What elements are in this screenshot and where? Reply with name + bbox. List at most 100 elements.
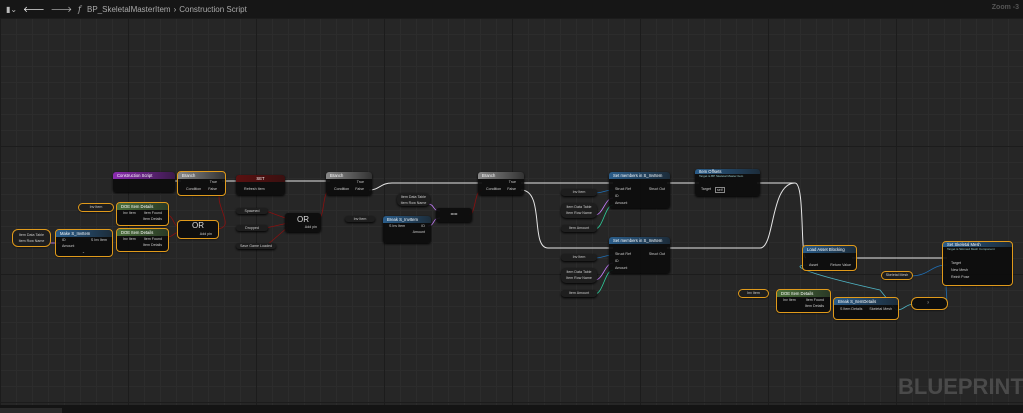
item-data-table-var[interactable]: Item Data Table Item Row Name [12,229,51,247]
set-refresh-item-node[interactable]: SET Refresh Item [236,175,285,195]
pin-target[interactable]: Target [951,261,961,265]
struct-wire [909,264,948,277]
spawned-var[interactable]: Spawned [236,208,268,214]
pin-s-inv-item[interactable]: S Inv Item [91,238,107,242]
item-offsets-node[interactable]: Item Offsets Target is BP Skeletal Maste… [695,169,760,196]
or-node-2[interactable]: OR Add pin [285,213,321,232]
doe-item-details-node-3[interactable]: DOE Item Details Inv Item Item Found Ite… [776,289,831,313]
skeletal-mesh-var[interactable]: Skeletal Mesh [881,271,913,280]
or-node-1[interactable]: OR Add pin [177,220,219,239]
add-pin-button[interactable]: Add pin [305,225,317,229]
int-wire [594,204,614,230]
add-pin-button[interactable]: Add pin [200,232,212,236]
pin-struct-out[interactable]: Struct Out [649,187,665,191]
breadcrumb-root[interactable]: BP_SkeletalMasterItem [87,5,171,14]
item-amount-var-2[interactable]: Item Amount [561,290,597,297]
set-members-node-2[interactable]: Set members in S_InvItem Struct Ref Stru… [609,237,670,273]
pin-self-value[interactable]: self [715,187,725,193]
branch-node-1[interactable]: Branch True Condition False [177,171,226,196]
pin-false[interactable]: False [208,187,217,191]
pin-condition[interactable]: Condition [486,187,501,191]
back-arrow-icon[interactable]: 🡐 [23,4,44,14]
node-title: Break S_InvItem [383,216,431,223]
doe-item-details-node-1[interactable]: DOE Item Details Inv Item Item Found Ite… [116,202,169,226]
pin-inv-item[interactable]: Inv Item [783,298,796,302]
pin-true[interactable]: True [210,180,217,184]
load-asset-blocking-node[interactable]: Load Asset Blocking Asset Return Value [802,245,857,271]
item-row-name-label: Item Row Name [566,211,592,215]
exec-wire [757,182,807,259]
node-title: Make S_InvItem [56,230,112,237]
pin-id[interactable]: ID [421,224,425,228]
pin-amount[interactable]: Amount [413,230,425,234]
pin-id[interactable]: ID [615,259,619,263]
pin-return-value[interactable]: Return Value [830,263,851,267]
doe-item-details-node-2[interactable]: DOE Item Details Inv Item Item Found Ite… [116,228,169,252]
item-data-table-var-3[interactable]: Item Data Table Item Row Name [561,203,597,218]
zoom-level: Zoom -3 [991,4,1019,11]
pin-struct-out[interactable]: Struct Out [649,252,665,256]
pin-s-item-details[interactable]: S Item Details [840,307,862,311]
node-title: == [450,212,458,218]
save-game-loaded-var[interactable]: Save Game Loaded [236,243,276,249]
branch-node-3[interactable]: Branch True Condition False [478,172,524,195]
pin-false[interactable]: False [355,187,364,191]
dropped-var[interactable]: Dropped [236,225,268,231]
pin-inv-item[interactable]: Inv Item [123,211,136,215]
node-title: DOE Item Details [117,203,168,210]
item-data-table-var-4[interactable]: Item Data Table Item Row Name [561,268,597,283]
node-title: Load Asset Blocking [803,246,856,253]
pin-item-details[interactable]: Item Details [805,304,824,308]
pin-amount[interactable]: Amount [62,244,74,248]
pin-false[interactable]: False [507,187,516,191]
construction-script-node[interactable]: Construction Script [113,172,175,192]
pin-id[interactable]: ID [62,238,66,242]
blueprint-icon[interactable]: ▮⌄ [6,5,17,14]
pin-reinit-pose[interactable]: Reinit Pose [951,275,969,279]
pin-inv-item[interactable]: Inv Item [123,237,136,241]
pin-true[interactable]: True [509,180,516,184]
pin-condition[interactable]: Condition [334,187,349,191]
node-subtitle: Target is BP Skeletal Master Item [699,174,744,178]
pin-amount[interactable]: Amount [615,201,627,205]
inv-item-var[interactable]: Inv Item [78,203,114,212]
item-amount-var[interactable]: Item Amount [561,225,597,232]
branch-node-2[interactable]: Branch True Condition False [326,172,372,195]
break-s-invitem-node[interactable]: Break S_InvItem S Inv Item ID Amount [383,216,431,243]
pin-item-found[interactable]: Item Found [806,298,824,302]
pin-amount[interactable]: Amount [615,266,627,270]
forward-arrow-icon[interactable]: 🡒 [51,4,72,14]
pin-struct-ref[interactable]: Struct Ref [615,252,631,256]
breadcrumb-current[interactable]: Construction Script [179,5,247,14]
inv-item-var-2[interactable]: Inv Item [345,216,375,222]
pin-item-found[interactable]: Item Found [144,237,162,241]
pin-condition[interactable]: Condition [186,187,201,191]
pin-refresh-item[interactable]: Refresh Item [244,187,265,191]
item-data-table-var-2[interactable]: Item Data Table Item Row Name [397,193,430,206]
set-skeletal-mesh-node[interactable]: Set Skeletal Mesh Target is Skinned Mesh… [942,241,1013,286]
inv-item-var-5[interactable]: Inv Item [738,289,769,298]
set-members-node-1[interactable]: Set members in S_InvItem Struct Ref Stru… [609,172,670,208]
pin-struct-ref[interactable]: Struct Ref [615,187,631,191]
make-s-invitem-node[interactable]: Make S_InvItem ID S Inv Item Amount ⌄ [55,229,113,257]
pin-target[interactable]: Target [701,187,711,191]
pin-true[interactable]: True [357,180,364,184]
pin-item-details[interactable]: Item Details [143,217,162,221]
pin-id[interactable]: ID [615,194,619,198]
break-s-itemdetails-node[interactable]: Break S_ItemDetails S Item Details Skele… [833,297,899,320]
node-title: Branch [178,172,225,179]
equal-node[interactable]: == [436,208,472,222]
pin-skeletal-mesh[interactable]: Skeletal Mesh [869,307,892,311]
pin-item-details[interactable]: Item Details [143,243,162,247]
node-title: OR [192,221,204,230]
is-valid-node[interactable]: ? [911,297,948,310]
node-title: Set members in S_InvItem [609,172,670,179]
bottom-tab[interactable] [0,408,62,413]
pin-new-mesh[interactable]: New Mesh [951,268,968,272]
pin-s-inv-item[interactable]: S Inv Item [389,224,405,228]
inv-item-var-4[interactable]: Inv Item [561,254,597,261]
inv-item-var-3[interactable]: Inv Item [561,189,597,196]
pin-item-found[interactable]: Item Found [144,211,162,215]
pin-asset[interactable]: Asset [809,263,818,267]
expand-chevron-icon[interactable]: ⌄ [82,250,85,254]
